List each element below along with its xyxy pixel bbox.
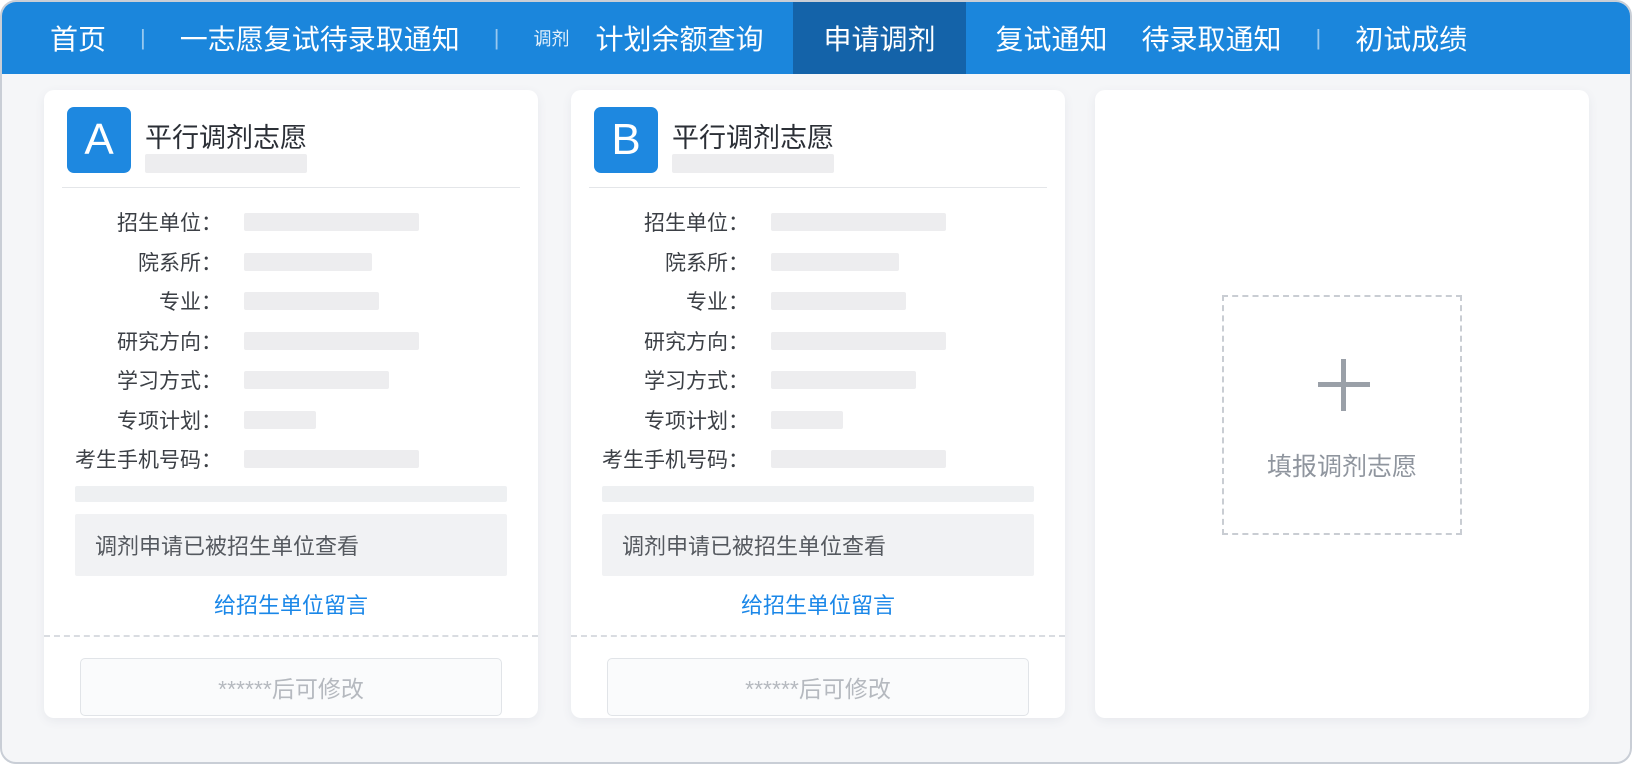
redacted-value-bar xyxy=(771,371,916,389)
redacted-value-bar xyxy=(771,450,946,468)
redacted-value-bar xyxy=(771,253,899,271)
card-title: 平行调剂志愿 xyxy=(145,116,307,155)
message-to-unit-link[interactable]: 给招生单位留言 xyxy=(571,588,1065,620)
message-to-unit-link[interactable]: 给招生单位留言 xyxy=(44,588,538,620)
nav-divider: | xyxy=(1316,25,1322,51)
top-nav-bar: 首页 | 一志愿复试待录取通知 | 调剂 计划余额查询 申请调剂 复试通知 待录… xyxy=(2,2,1630,74)
app-window: 首页 | 一志愿复试待录取通知 | 调剂 计划余额查询 申请调剂 复试通知 待录… xyxy=(0,0,1632,764)
nav-item-first-choice-notice[interactable]: 一志愿复试待录取通知 xyxy=(180,2,460,74)
modify-disabled-button[interactable]: ******后可修改 xyxy=(607,658,1029,716)
redacted-value-bar xyxy=(244,292,379,310)
field-label: 专项计划： xyxy=(44,405,222,435)
field-row: 学习方式： xyxy=(44,367,538,393)
field-label: 院系所： xyxy=(571,247,749,277)
field-label: 招生单位： xyxy=(571,207,749,237)
dashed-divider xyxy=(44,635,538,637)
redacted-value-bar xyxy=(244,371,389,389)
redacted-value-bar xyxy=(244,253,372,271)
card-badge: B xyxy=(594,107,658,173)
field-label: 专业： xyxy=(571,286,749,316)
field-row: 院系所： xyxy=(44,249,538,275)
field-row: 考生手机号码： xyxy=(571,446,1065,472)
redacted-value-bar xyxy=(771,213,946,231)
nav-item-initial-score[interactable]: 初试成绩 xyxy=(1355,2,1467,74)
field-row: 学习方式： xyxy=(571,367,1065,393)
nav-item-plan-balance[interactable]: 计划余额查询 xyxy=(595,2,763,74)
redacted-value-bar xyxy=(771,332,946,350)
card-title: 平行调剂志愿 xyxy=(672,116,834,155)
nav-item-retest-notice[interactable]: 复试通知 xyxy=(996,2,1108,74)
field-label: 学习方式： xyxy=(571,365,749,395)
redacted-wide-bar xyxy=(602,486,1034,502)
redacted-value-bar xyxy=(244,213,419,231)
field-row: 专业： xyxy=(571,288,1065,314)
redacted-value-bar xyxy=(244,332,419,350)
redacted-wide-bar xyxy=(75,486,507,502)
redacted-subtitle-bar xyxy=(672,154,834,173)
header-divider xyxy=(589,187,1047,188)
nav-item-home[interactable]: 首页 xyxy=(50,2,106,74)
field-row: 考生手机号码： xyxy=(44,446,538,472)
add-adjust-card: 填报调剂志愿 xyxy=(1095,90,1589,718)
field-label: 研究方向： xyxy=(44,326,222,356)
field-row: 院系所： xyxy=(571,249,1065,275)
field-label: 招生单位： xyxy=(44,207,222,237)
field-label: 考生手机号码： xyxy=(571,444,749,474)
adjust-application-card-b: B 平行调剂志愿 招生单位： 院系所： 专业： 研究方向： 学习方式： 专项计划… xyxy=(571,90,1065,718)
field-row: 专项计划： xyxy=(571,407,1065,433)
field-label: 院系所： xyxy=(44,247,222,277)
redacted-value-bar xyxy=(244,411,316,429)
field-label: 专项计划： xyxy=(571,405,749,435)
nav-item-admission-notice[interactable]: 待录取通知 xyxy=(1142,2,1282,74)
field-row: 招生单位： xyxy=(44,209,538,235)
adjust-application-card-a: A 平行调剂志愿 招生单位： 院系所： 专业： 研究方向： 学习方式： 专项计划… xyxy=(44,90,538,718)
redacted-value-bar xyxy=(244,450,419,468)
nav-divider: | xyxy=(140,25,146,51)
redacted-value-bar xyxy=(771,411,843,429)
redacted-value-bar xyxy=(771,292,906,310)
field-label: 研究方向： xyxy=(571,326,749,356)
field-label: 考生手机号码： xyxy=(44,444,222,474)
add-adjust-dropzone[interactable]: 填报调剂志愿 xyxy=(1222,295,1462,535)
header-divider xyxy=(62,187,520,188)
dashed-divider xyxy=(571,635,1065,637)
status-message: 调剂申请已被招生单位查看 xyxy=(602,514,1034,576)
field-label: 专业： xyxy=(44,286,222,316)
field-row: 研究方向： xyxy=(44,328,538,354)
redacted-subtitle-bar xyxy=(145,154,307,173)
modify-disabled-button[interactable]: ******后可修改 xyxy=(80,658,502,716)
nav-group-label-adjust: 调剂 xyxy=(533,25,569,51)
plus-icon xyxy=(1318,359,1370,411)
field-row: 专业： xyxy=(44,288,538,314)
field-row: 招生单位： xyxy=(571,209,1065,235)
field-row: 专项计划： xyxy=(44,407,538,433)
add-adjust-label: 填报调剂志愿 xyxy=(1224,447,1460,483)
field-row: 研究方向： xyxy=(571,328,1065,354)
card-badge: A xyxy=(67,107,131,173)
nav-divider: | xyxy=(494,25,500,51)
status-message: 调剂申请已被招生单位查看 xyxy=(75,514,507,576)
nav-item-apply-adjust[interactable]: 申请调剂 xyxy=(793,2,965,74)
field-label: 学习方式： xyxy=(44,365,222,395)
